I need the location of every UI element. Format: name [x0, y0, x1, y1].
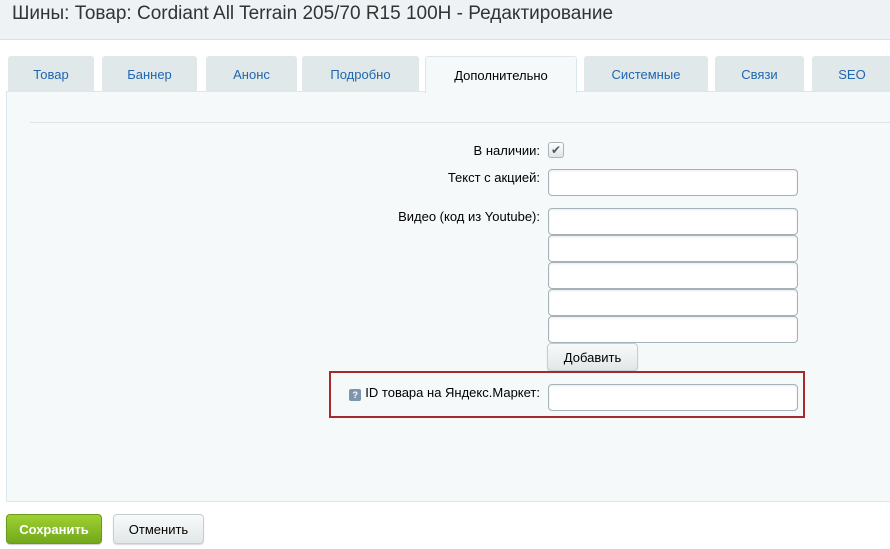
promo-text-input[interactable]	[548, 169, 798, 196]
tab-announce[interactable]: Анонс	[206, 56, 297, 91]
save-button[interactable]: Сохранить	[6, 514, 102, 544]
add-video-button[interactable]: Добавить	[547, 343, 638, 371]
video-input-1[interactable]	[548, 208, 798, 235]
section-divider	[30, 122, 890, 123]
video-input-4[interactable]	[548, 289, 798, 316]
tab-banner[interactable]: Баннер	[102, 56, 197, 91]
promo-text-label: Текст с акцией:	[447, 170, 540, 185]
tab-details[interactable]: Подробно	[302, 56, 419, 91]
cancel-button[interactable]: Отменить	[113, 514, 204, 544]
question-icon[interactable]: ?	[349, 389, 362, 401]
yandex-market-id-label: ID товара на Яндекс.Маркет:	[365, 385, 540, 400]
tab-product[interactable]: Товар	[8, 56, 94, 91]
yandex-market-id-input[interactable]	[548, 384, 798, 411]
tab-seo[interactable]: SEO	[812, 56, 890, 91]
video-label: Видео (код из Youtube):	[398, 209, 540, 224]
page-header: Шины: Товар: Cordiant All Terrain 205/70…	[0, 0, 890, 40]
tab-links[interactable]: Связи	[715, 56, 804, 91]
page-title: Шины: Товар: Cordiant All Terrain 205/70…	[12, 3, 614, 24]
yandex-market-id-label-row: ? ID товара на Яндекс.Маркет:	[349, 385, 540, 401]
in-stock-checkbox[interactable]: ✔	[548, 142, 564, 158]
video-input-3[interactable]	[548, 262, 798, 289]
tab-additional[interactable]: Дополнительно	[425, 56, 577, 93]
checkmark-icon: ✔	[550, 143, 562, 157]
tab-system[interactable]: Системные	[584, 56, 708, 91]
video-input-2[interactable]	[548, 235, 798, 262]
video-input-5[interactable]	[548, 316, 798, 343]
in-stock-label: В наличии:	[473, 143, 540, 158]
